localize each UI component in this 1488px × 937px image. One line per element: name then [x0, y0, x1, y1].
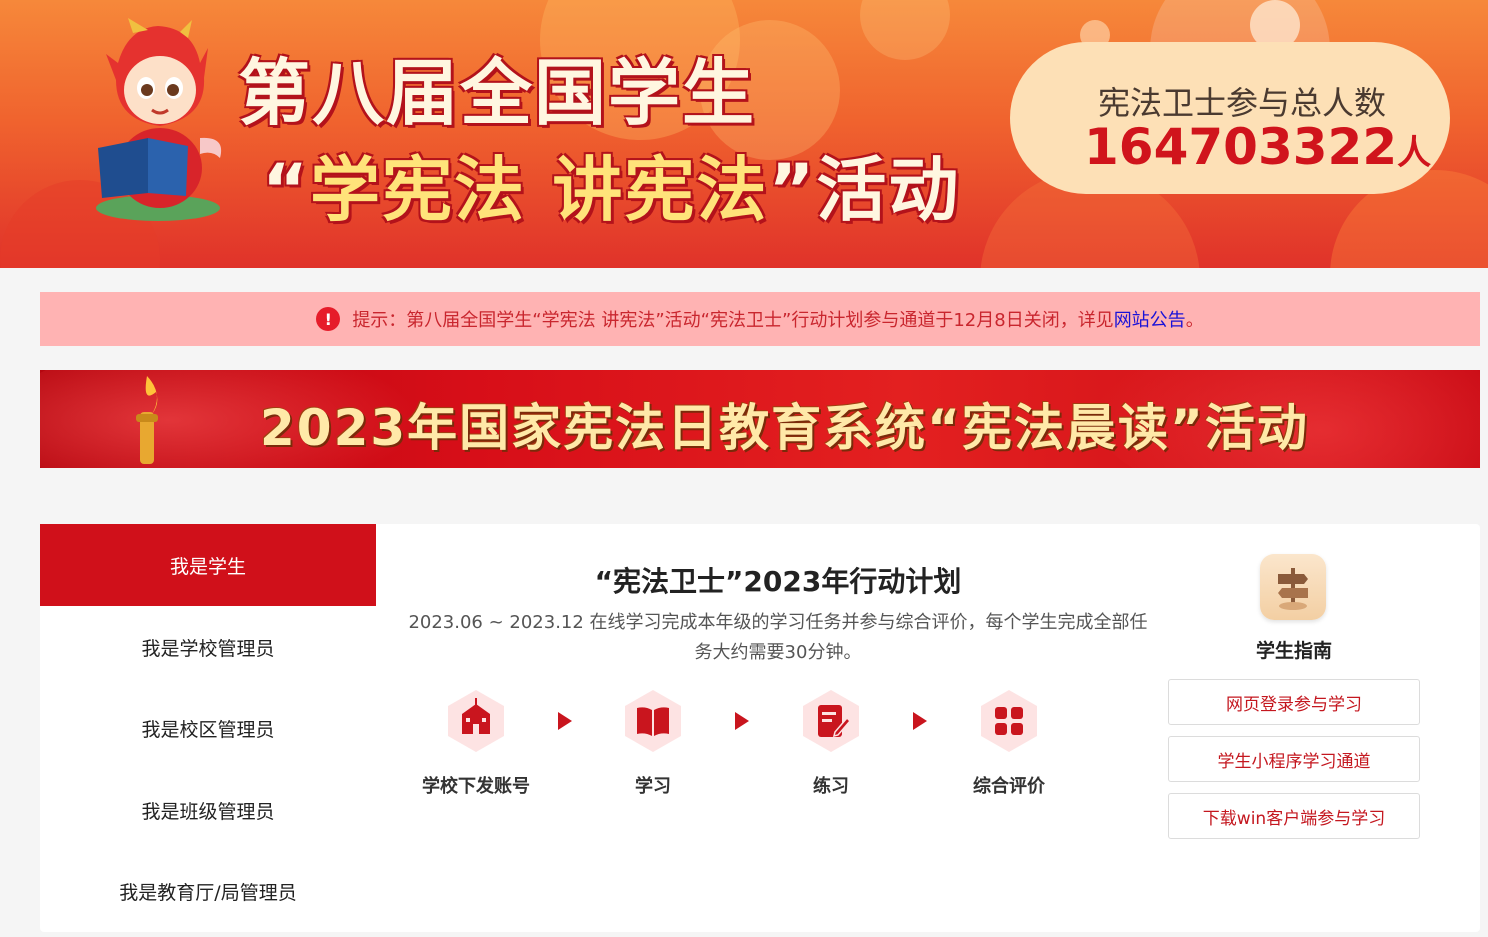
sidebar-item-education-bureau-admin[interactable]: 我是教育厅/局管理员 — [40, 850, 376, 932]
notice-text: 提示：第八届全国学生“学宪法 讲宪法”活动“宪法卫士”行动计划参与通道于12月8… — [352, 310, 1114, 331]
step-label: 学校下发账号 — [422, 776, 530, 797]
step-label: 综合评价 — [973, 776, 1045, 797]
plan-description: 2023.06 ~ 2023.12 在线学习完成本年级的学习任务并参与综合评价，… — [408, 612, 1148, 663]
torch-icon — [136, 376, 158, 464]
arrow-right-icon — [735, 712, 749, 730]
grid-icon — [981, 690, 1037, 752]
sidebar-item-campus-admin[interactable]: 我是校区管理员 — [40, 687, 376, 769]
step-practice: 练习 — [761, 688, 901, 808]
guide-title: 学生指南 — [1255, 640, 1332, 662]
step-label: 学习 — [635, 776, 671, 797]
website-announcement-link[interactable]: 网站公告 — [1114, 306, 1186, 332]
arrow-right-icon — [913, 712, 927, 730]
sidebar-item-student[interactable]: 我是学生 — [40, 524, 376, 606]
mascot-illustration — [96, 18, 222, 221]
arrow-right-icon — [558, 712, 572, 730]
hero-banner: 第八届全国学生 “学宪法 讲宪法”活动 宪法卫士参与总人数 164703322人 — [0, 0, 1488, 268]
promo-banner-text: 2023年国家宪法日教育系统“宪法晨读”活动 — [260, 399, 1309, 457]
step-school-issue-account: 学校下发账号 — [406, 688, 546, 808]
participant-counter-unit: 人 — [1397, 133, 1432, 173]
hero-title-line1: 第八届全国学生 — [238, 51, 757, 135]
hero-title-line2: “学宪法 讲宪法”活动 — [262, 149, 961, 231]
step-label: 练习 — [813, 776, 849, 797]
step-study: 学习 — [583, 688, 723, 808]
participant-counter-value: 164703322人 — [1084, 118, 1432, 176]
mini-program-study-button[interactable]: 学生小程序学习通道 — [1168, 736, 1420, 782]
sidebar-item-class-admin[interactable]: 我是班级管理员 — [40, 769, 376, 851]
constitution-morning-reading-banner[interactable]: 2023年国家宪法日教育系统“宪法晨读”活动 — [40, 370, 1480, 468]
download-win-client-button[interactable]: 下载win客户端参与学习 — [1168, 793, 1420, 839]
exclamation-circle-icon: ! — [316, 307, 341, 331]
signpost-icon — [1260, 554, 1326, 620]
school-icon — [448, 690, 504, 752]
book-icon — [625, 690, 681, 752]
main-panel: 我是学生 我是学校管理员 我是校区管理员 我是班级管理员 我是教育厅/局管理员 … — [40, 524, 1480, 932]
step-comprehensive-evaluation: 综合评价 — [939, 688, 1079, 808]
plan-title: “宪法卫士”2023年行动计划 — [594, 565, 962, 598]
edit-document-icon — [803, 690, 859, 752]
web-login-study-button[interactable]: 网页登录参与学习 — [1168, 679, 1420, 725]
notice-suffix: 。 — [1185, 310, 1204, 331]
role-sidebar: 我是学生 我是学校管理员 我是校区管理员 我是班级管理员 我是教育厅/局管理员 — [40, 524, 376, 932]
student-guide: 学生指南 网页登录参与学习 学生小程序学习通道 下载win客户端参与学习 — [1168, 524, 1420, 932]
sidebar-item-school-admin[interactable]: 我是学校管理员 — [40, 606, 376, 688]
notice-bar: ! 提示：第八届全国学生“学宪法 讲宪法”活动“宪法卫士”行动计划参与通道于12… — [40, 292, 1480, 346]
